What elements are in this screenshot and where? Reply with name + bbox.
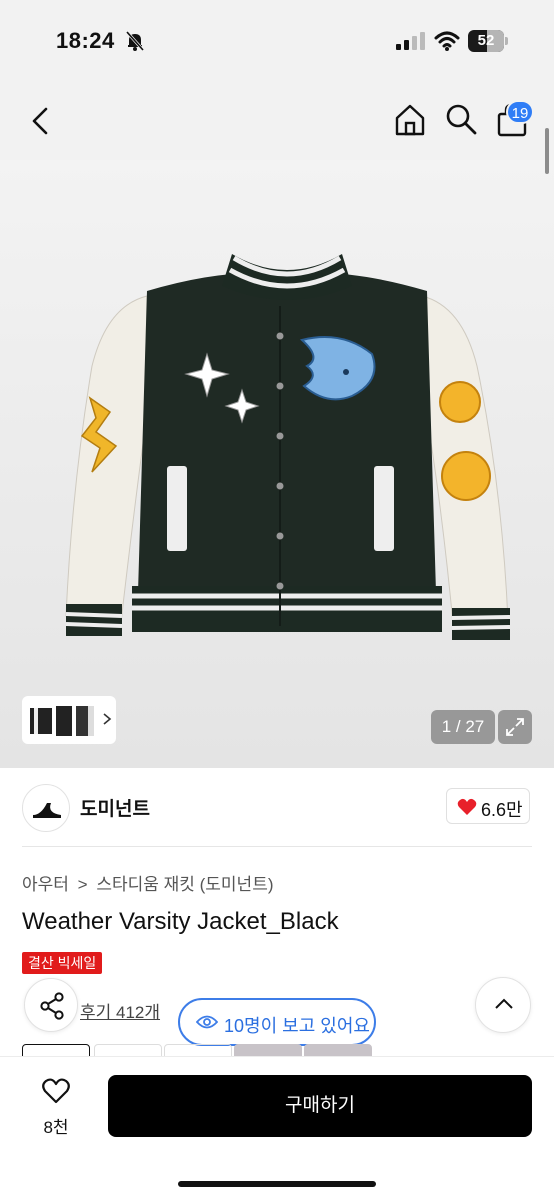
expand-image-button[interactable] bbox=[498, 710, 532, 744]
scroll-to-top-button[interactable] bbox=[475, 977, 531, 1033]
wishlist-button[interactable]: 8천 bbox=[26, 1075, 86, 1141]
brand-like-button[interactable]: 6.6만 bbox=[446, 788, 530, 824]
viewers-text: 10명이 보고 있어요 bbox=[224, 1016, 370, 1036]
battery-indicator: 52 bbox=[468, 30, 508, 52]
option-tab[interactable] bbox=[164, 1044, 232, 1056]
product-title: Weather Varsity Jacket_Black bbox=[22, 908, 339, 935]
search-icon[interactable] bbox=[444, 102, 478, 136]
breadcrumb-separator: > bbox=[77, 875, 88, 894]
wishlist-count: 8천 bbox=[43, 1118, 69, 1137]
bottom-action-bar: 8천 구매하기 bbox=[0, 1056, 554, 1200]
thumbnail-strip[interactable] bbox=[22, 696, 116, 744]
product-image-gallery[interactable] bbox=[0, 160, 554, 768]
option-tab[interactable] bbox=[234, 1044, 302, 1056]
product-jacket-image bbox=[65, 254, 511, 640]
chevron-up-icon bbox=[495, 998, 513, 1009]
share-button[interactable] bbox=[24, 978, 78, 1032]
review-count-link[interactable]: 후기 412개 bbox=[80, 998, 160, 1023]
brand-logo-icon bbox=[33, 803, 61, 818]
home-icon[interactable] bbox=[392, 102, 428, 138]
battery-level: 52 bbox=[477, 32, 495, 49]
eye-icon bbox=[196, 1015, 218, 1029]
thumbnail-images bbox=[30, 706, 94, 736]
breadcrumb: 아우터 > 스타디움 재킷 (도미넌트) bbox=[22, 870, 278, 895]
buy-button[interactable]: 구매하기 bbox=[108, 1075, 532, 1137]
heart-outline-icon bbox=[42, 1078, 70, 1104]
cart-count-badge: 19 bbox=[506, 100, 534, 124]
option-tabs bbox=[22, 1044, 376, 1056]
cell-signal-icon bbox=[396, 32, 425, 50]
status-time: 18:24 bbox=[56, 28, 115, 53]
scroll-indicator bbox=[545, 128, 549, 174]
chevron-right-icon bbox=[103, 713, 112, 725]
heart-filled-icon bbox=[457, 798, 477, 815]
image-counter: 1 / 27 bbox=[431, 710, 495, 744]
bell-muted-icon bbox=[125, 31, 145, 51]
viewers-indicator: 10명이 보고 있어요 bbox=[178, 998, 376, 1046]
breadcrumb-category[interactable]: 아우터 bbox=[22, 875, 69, 894]
expand-icon bbox=[506, 718, 524, 736]
breadcrumb-subcategory[interactable]: 스타디움 재킷 (도미넌트) bbox=[96, 875, 273, 894]
brand-name[interactable]: 도미넌트 bbox=[80, 794, 150, 821]
top-navigation bbox=[0, 80, 554, 160]
wifi-icon bbox=[434, 31, 460, 51]
back-arrow-icon[interactable] bbox=[26, 104, 54, 138]
divider bbox=[22, 846, 532, 847]
option-tab[interactable] bbox=[22, 1044, 90, 1056]
status-bar: 18:24 52 bbox=[0, 0, 554, 80]
sale-badge: 결산 빅세일 bbox=[22, 952, 103, 974]
brand-like-count: 6.6만 bbox=[481, 800, 523, 820]
option-tab[interactable] bbox=[94, 1044, 162, 1056]
option-tab[interactable] bbox=[304, 1044, 372, 1056]
share-icon bbox=[40, 992, 64, 1020]
brand-logo[interactable] bbox=[22, 784, 70, 832]
brand-row: 도미넌트 6.6만 bbox=[0, 780, 554, 840]
home-indicator bbox=[178, 1181, 376, 1187]
